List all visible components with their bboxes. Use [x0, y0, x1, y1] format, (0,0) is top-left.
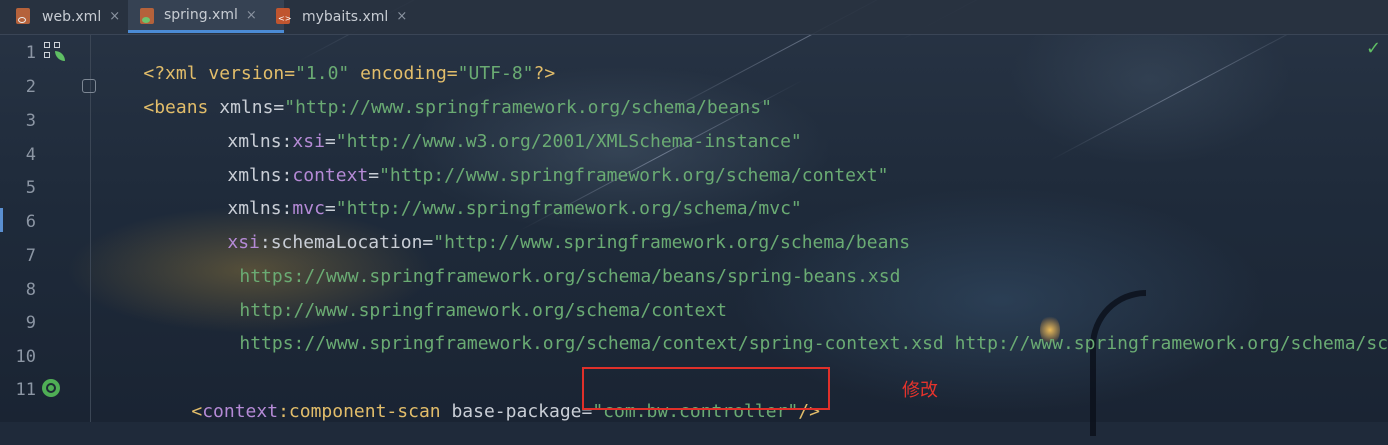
code-editor[interactable]: <?xml version="1.0" encoding="UTF-8"?> <… — [0, 35, 1388, 422]
inspection-ok-icon[interactable]: ✓ — [1366, 38, 1381, 59]
tab-spring-xml[interactable]: spring.xml × — [128, 0, 284, 33]
annotation-highlight-box — [582, 367, 830, 410]
tab-mybaits-xml[interactable]: <> mybaits.xml × — [276, 0, 432, 33]
tab-label: spring.xml — [164, 7, 238, 23]
annotation-note: 修改 — [902, 380, 938, 401]
tab-label: web.xml — [42, 8, 102, 25]
tab-label: mybaits.xml — [302, 8, 389, 25]
close-icon[interactable]: × — [396, 9, 407, 24]
xml-code-file-icon: <> — [276, 8, 291, 24]
spring-xml-file-icon — [140, 8, 154, 24]
close-icon[interactable]: × — [109, 9, 120, 24]
xml-file-icon — [16, 8, 30, 24]
editor-tab-bar: web.xml × spring.xml × <> mybaits.xml × — [0, 0, 1388, 35]
close-icon[interactable]: × — [246, 8, 257, 23]
tab-web-xml[interactable]: web.xml × — [16, 0, 144, 33]
